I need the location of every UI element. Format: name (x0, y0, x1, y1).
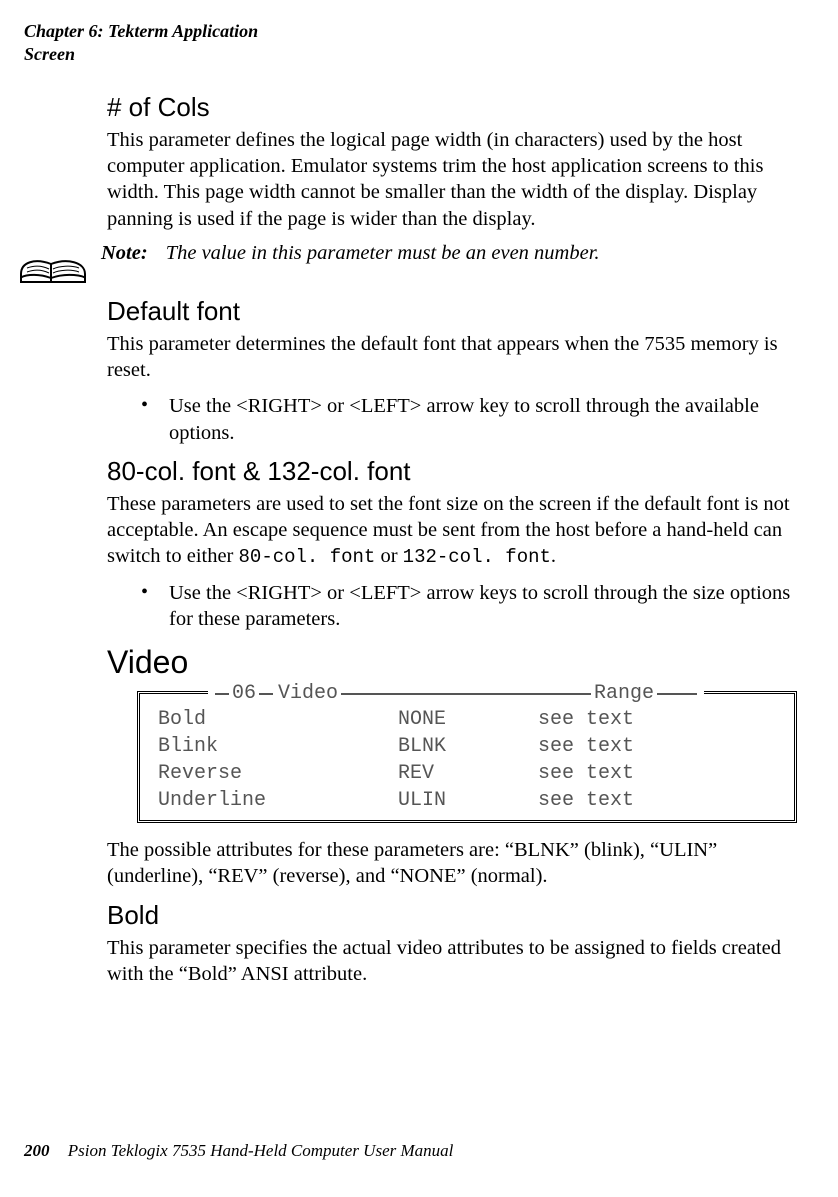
book-icon (17, 242, 89, 286)
heading-col-fonts: 80-col. font & 132-col. font (107, 456, 807, 487)
cell-name: Reverse (158, 760, 398, 787)
cell-range: see text (538, 706, 776, 733)
mono-132col: 132-col. font (403, 546, 551, 568)
legend-title: Video (278, 682, 338, 705)
legend-rule-icon (215, 693, 229, 695)
table-row: Reverse REV see text (158, 760, 776, 787)
para-col-fonts-or: or (380, 545, 402, 567)
legend-num: 06 (232, 682, 256, 705)
para-cols: This parameter defines the logical page … (107, 127, 807, 232)
para-default-font: This parameter determines the default fo… (107, 331, 807, 383)
cell-value: NONE (398, 706, 538, 733)
note-body: The value in this parameter must be an e… (166, 242, 600, 264)
cell-range: see text (538, 733, 776, 760)
content-area: # of Cols This parameter defines the log… (107, 82, 807, 997)
video-table: 06 Video Range Bold NONE see text Blink … (137, 691, 797, 823)
cell-name: Underline (158, 787, 398, 814)
legend-rule-icon (341, 693, 591, 695)
video-table-legend: 06 Video Range (208, 682, 704, 705)
para-col-fonts-period: . (551, 545, 556, 567)
table-row: Underline ULIN see text (158, 787, 776, 814)
para-bold: This parameter specifies the actual vide… (107, 935, 807, 987)
bullet-list-default-font: Use the <RIGHT> or <LEFT> arrow key to s… (107, 393, 807, 445)
heading-video: Video (107, 644, 807, 681)
footer-text: Psion Teklogix 7535 Hand-Held Computer U… (68, 1141, 454, 1160)
para-col-fonts: These parameters are used to set the fon… (107, 491, 807, 570)
table-row: Blink BLNK see text (158, 733, 776, 760)
note-label: Note: (101, 242, 148, 264)
legend-rule-icon (657, 693, 697, 695)
page-number: 200 (24, 1141, 50, 1160)
list-item: Use the <RIGHT> or <LEFT> arrow keys to … (169, 580, 807, 632)
page: Chapter 6: Tekterm Application Screen # … (0, 0, 838, 1197)
mono-80col: 80-col. font (239, 546, 376, 568)
running-header-line1: Chapter 6: Tekterm Application (24, 20, 258, 43)
cell-value: ULIN (398, 787, 538, 814)
para-video-after: The possible attributes for these parame… (107, 837, 807, 889)
running-header-line2: Screen (24, 43, 258, 66)
cell-value: BLNK (398, 733, 538, 760)
note-text: Note: The value in this parameter must b… (101, 242, 791, 265)
note-row: Note: The value in this parameter must b… (17, 242, 807, 286)
cell-name: Blink (158, 733, 398, 760)
cell-name: Bold (158, 706, 398, 733)
legend-rule-icon (259, 693, 273, 695)
running-header: Chapter 6: Tekterm Application Screen (24, 20, 258, 65)
page-footer: 200 Psion Teklogix 7535 Hand-Held Comput… (24, 1141, 453, 1161)
heading-default-font: Default font (107, 296, 807, 327)
heading-cols: # of Cols (107, 92, 807, 123)
cell-value: REV (398, 760, 538, 787)
heading-bold: Bold (107, 900, 807, 931)
video-table-body: Bold NONE see text Blink BLNK see text R… (140, 700, 794, 816)
legend-range: Range (594, 682, 654, 705)
cell-range: see text (538, 787, 776, 814)
bullet-list-col-fonts: Use the <RIGHT> or <LEFT> arrow keys to … (107, 580, 807, 632)
list-item: Use the <RIGHT> or <LEFT> arrow key to s… (169, 393, 807, 445)
cell-range: see text (538, 760, 776, 787)
table-row: Bold NONE see text (158, 706, 776, 733)
